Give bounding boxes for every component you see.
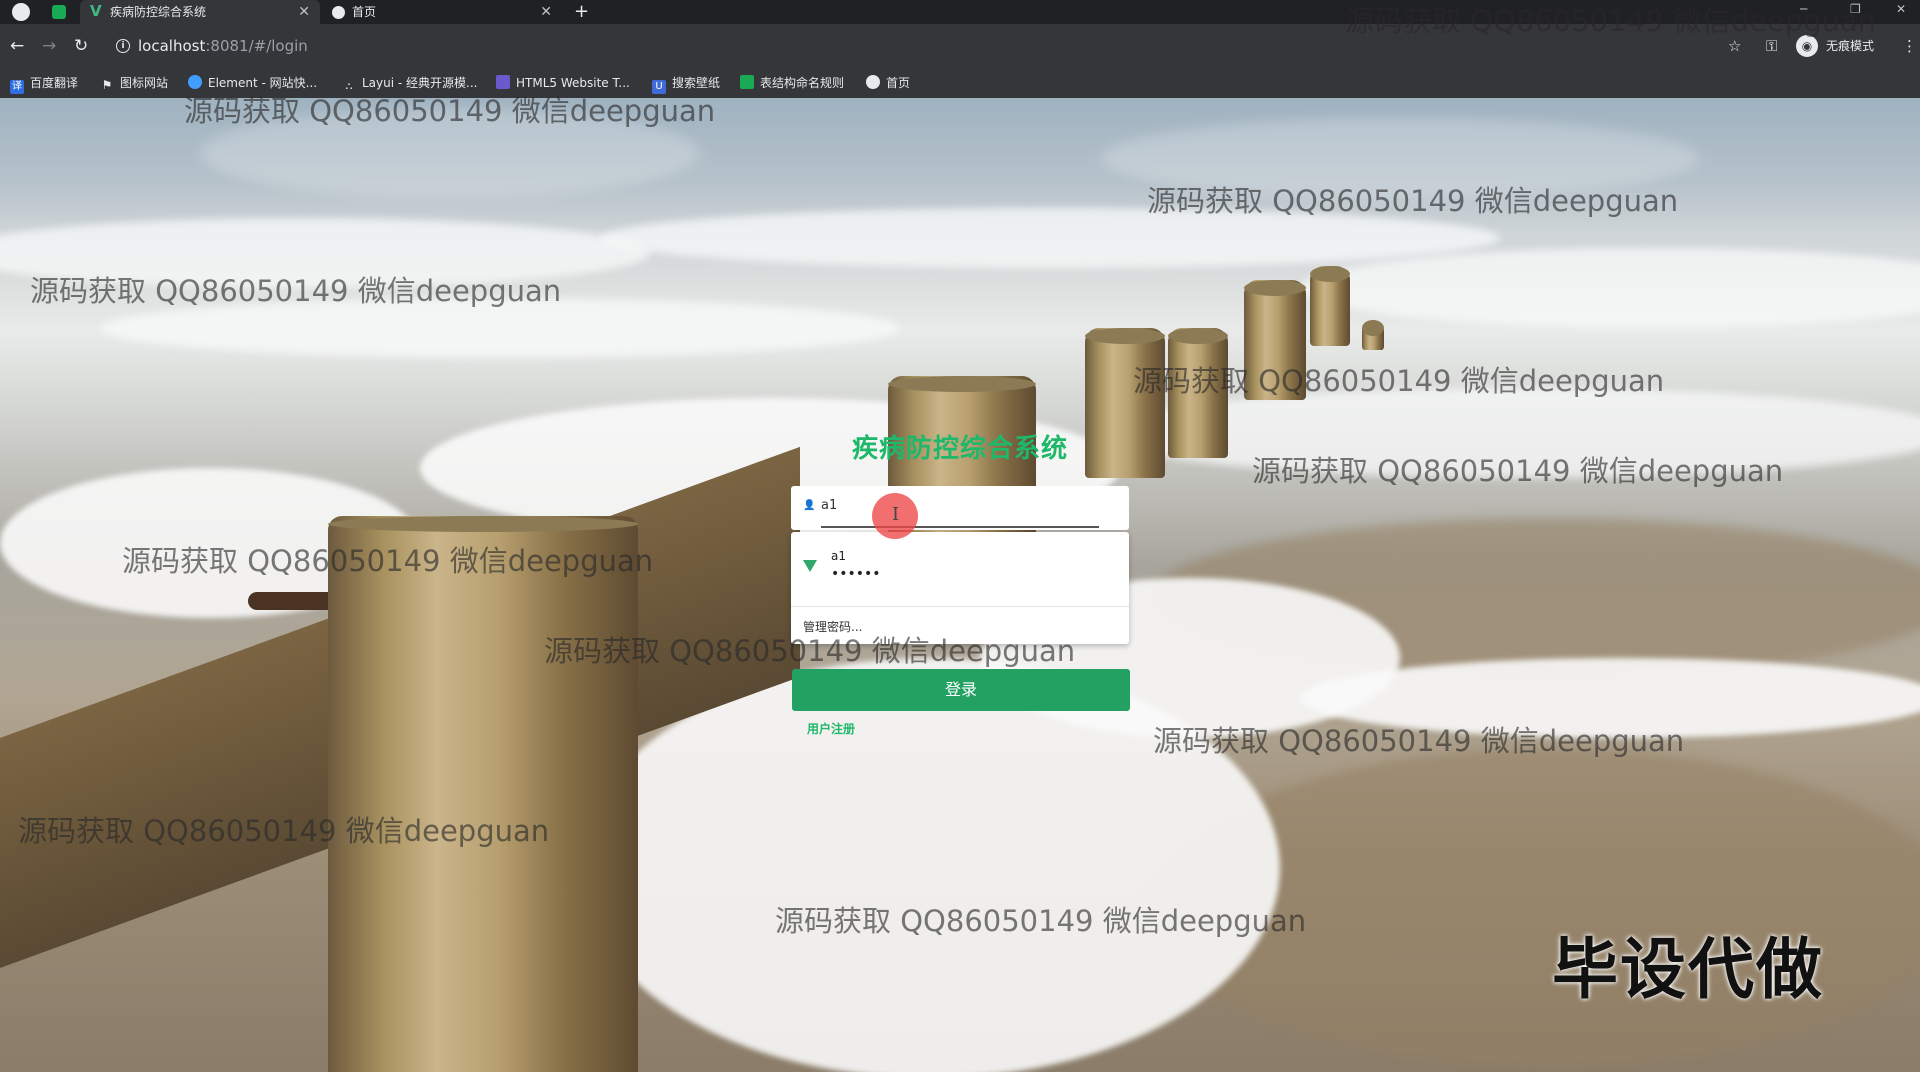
- bookmark-naming-rules[interactable]: 表结构命名规则: [740, 74, 844, 92]
- bookmark-label: 百度翻译: [30, 76, 79, 90]
- register-link[interactable]: 用户注册: [807, 720, 855, 737]
- url-host: localhost: [138, 37, 206, 55]
- element-icon: [188, 75, 202, 89]
- tab-title: 疾病防控综合系统: [110, 5, 207, 19]
- kebab-menu-icon[interactable]: ⋮: [1902, 36, 1917, 56]
- manage-passwords-link[interactable]: 管理密码...: [803, 618, 862, 635]
- system-title: 疾病防控综合系统: [851, 434, 1068, 464]
- tab-disease-system[interactable]: V 疾病防控综合系统 ✕: [80, 0, 320, 24]
- watermark: 源码获取 QQ86050149 微信deepguan: [184, 94, 716, 128]
- watermark: 源码获取 QQ86050149 微信deepguan: [1133, 364, 1665, 398]
- watermark: 源码获取 QQ86050149 微信deepguan: [1147, 184, 1679, 218]
- incognito-label: 无痕模式: [1826, 39, 1875, 53]
- layui-icon: ⛬: [345, 81, 353, 92]
- forward-button[interactable]: →: [42, 35, 56, 57]
- watermark: 源码获取 QQ86050149 微信deepguan: [1345, 4, 1877, 38]
- bookmark-layui[interactable]: ⛬ Layui - 经典开源模...: [342, 74, 478, 94]
- flag-icon: ⚑: [101, 78, 113, 92]
- tab-title: 首页: [352, 5, 377, 19]
- vue-icon: V: [90, 2, 102, 20]
- bookmark-icon-site[interactable]: ⚑ 图标网站: [100, 74, 168, 92]
- star-icon[interactable]: ☆: [1728, 36, 1741, 56]
- watermark: 源码获取 QQ86050149 微信deepguan: [775, 904, 1307, 938]
- bookmark-baidu-translate[interactable]: 译百度翻译: [10, 74, 78, 94]
- globe-icon: [332, 6, 345, 19]
- watermark: 源码获取 QQ86050149 微信deepguan: [544, 634, 1076, 668]
- username-value: a1: [821, 498, 838, 513]
- tab-group-icon[interactable]: [52, 5, 66, 19]
- bookmark-label: 搜索壁纸: [672, 76, 721, 90]
- key-icon[interactable]: ⚿: [1766, 36, 1777, 56]
- login-button[interactable]: 登录: [792, 669, 1130, 711]
- text-cursor-icon: I: [892, 504, 900, 525]
- wallpaper-icon: U: [652, 80, 666, 94]
- bookmark-wallpaper[interactable]: U 搜索壁纸: [652, 74, 720, 94]
- sheet-icon: [740, 75, 754, 89]
- bookmark-label: 表结构命名规则: [760, 76, 845, 90]
- incognito-icon[interactable]: ◉: [1796, 35, 1818, 57]
- vue-logo-icon: [803, 560, 817, 572]
- baidu-translate-icon: 译: [10, 80, 24, 94]
- close-icon[interactable]: ✕: [540, 0, 552, 24]
- watermark: 源码获取 QQ86050149 微信deepguan: [122, 544, 654, 578]
- bookmark-label: HTML5 Website T...: [516, 76, 630, 90]
- bookmark-element[interactable]: Element - 网站快...: [188, 74, 317, 92]
- address-bar[interactable]: localhost:8081/#/login: [138, 37, 308, 55]
- user-icon: 👤: [803, 500, 816, 511]
- watermark: 源码获取 QQ86050149 微信deepguan: [1252, 454, 1784, 488]
- globe-icon: [866, 75, 880, 89]
- tab-home[interactable]: 首页 ✕: [322, 0, 562, 24]
- new-tab-button[interactable]: +: [574, 0, 589, 24]
- input-underline: [821, 526, 1099, 528]
- back-button[interactable]: ←: [10, 35, 24, 57]
- site-info-icon[interactable]: i: [116, 39, 130, 53]
- bookmark-label: 首页: [886, 76, 911, 90]
- autofill-suggestion[interactable]: a1 ••••••: [791, 532, 1129, 607]
- bookmark-label: 图标网站: [120, 76, 169, 90]
- close-icon[interactable]: ✕: [298, 0, 310, 24]
- bookmark-label: Element - 网站快...: [208, 76, 318, 90]
- watermark: 源码获取 QQ86050149 微信deepguan: [1153, 724, 1685, 758]
- suggestion-password: ••••••: [831, 566, 881, 582]
- html5-icon: [496, 75, 510, 89]
- promo-stamp: 毕设代做: [1552, 931, 1824, 1008]
- close-window-button[interactable]: ✕: [1896, 0, 1906, 18]
- reload-button[interactable]: ↻: [74, 35, 88, 57]
- chrome-menu-icon[interactable]: [12, 3, 30, 21]
- bookmark-label: Layui - 经典开源模...: [362, 76, 478, 90]
- url-path: :8081/#/login: [205, 37, 308, 55]
- autofill-dropdown: a1 •••••• 管理密码...: [791, 532, 1129, 644]
- bookmark-home[interactable]: 首页: [866, 74, 910, 92]
- watermark: 源码获取 QQ86050149 微信deepguan: [30, 274, 562, 308]
- username-input[interactable]: 👤 a1: [791, 486, 1129, 530]
- suggestion-username: a1: [831, 549, 846, 563]
- watermark: 源码获取 QQ86050149 微信deepguan: [18, 814, 550, 848]
- bookmark-html5[interactable]: HTML5 Website T...: [496, 74, 630, 92]
